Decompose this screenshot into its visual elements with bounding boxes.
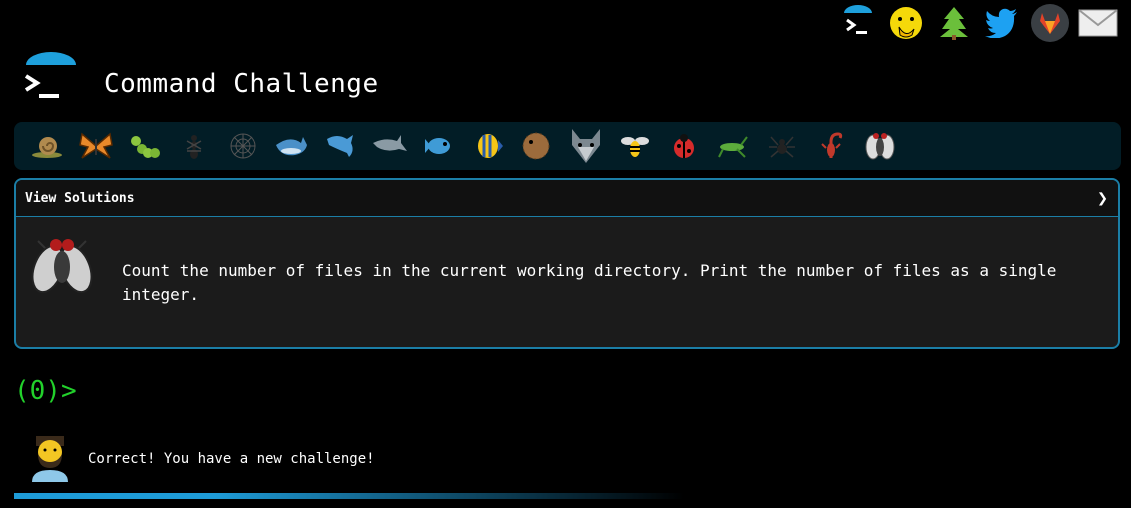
scorpion-icon[interactable]	[806, 124, 855, 168]
caterpillar-icon[interactable]	[120, 124, 169, 168]
dolphin-gray-icon[interactable]	[365, 124, 414, 168]
view-solutions-toggle[interactable]: View Solutions ❯	[16, 180, 1118, 217]
level-bar	[14, 122, 1121, 170]
progress-bar	[14, 493, 684, 499]
bee-icon[interactable]	[610, 124, 659, 168]
bearded-person-avatar-icon	[28, 432, 72, 486]
blowfish-icon[interactable]	[512, 124, 561, 168]
whale-icon[interactable]	[267, 124, 316, 168]
gitlab-icon[interactable]	[1029, 2, 1071, 44]
fly-icon[interactable]	[855, 124, 904, 168]
feedback-row: Correct! You have a new challenge!	[28, 432, 375, 486]
terminal-logo-icon[interactable]	[22, 52, 80, 106]
dolphin-blue-icon[interactable]	[316, 124, 365, 168]
twitter-icon[interactable]	[981, 2, 1023, 44]
tropical-fish-icon[interactable]	[463, 124, 512, 168]
challenge-text: Count the number of files in the current…	[122, 261, 1057, 304]
mail-icon[interactable]	[1077, 2, 1119, 44]
page-title: Command Challenge	[104, 69, 379, 99]
spider-web-icon[interactable]	[218, 124, 267, 168]
wolf-icon[interactable]	[561, 124, 610, 168]
spider-icon[interactable]	[757, 124, 806, 168]
challenge-body: Count the number of files in the current…	[16, 217, 1118, 347]
ladybug-icon[interactable]	[659, 124, 708, 168]
page-header: Command Challenge	[22, 52, 379, 106]
challenge-panel: View Solutions ❯ Count the number of fil…	[14, 178, 1120, 349]
top-icon-bar	[837, 2, 1119, 44]
view-solutions-label: View Solutions	[25, 190, 135, 206]
terminal-icon[interactable]	[837, 2, 879, 44]
hand-over-mouth-face-icon[interactable]	[885, 2, 927, 44]
shell-prompt[interactable]: (0)>	[14, 376, 77, 406]
snail-icon[interactable]	[22, 124, 71, 168]
tree-icon[interactable]	[933, 2, 975, 44]
fly-icon	[30, 231, 94, 301]
feedback-message: Correct! You have a new challenge!	[88, 451, 375, 467]
ant-icon[interactable]	[169, 124, 218, 168]
chevron-right-icon: ❯	[1097, 187, 1108, 209]
fish-icon[interactable]	[414, 124, 463, 168]
cricket-icon[interactable]	[708, 124, 757, 168]
butterfly-icon[interactable]	[71, 124, 120, 168]
